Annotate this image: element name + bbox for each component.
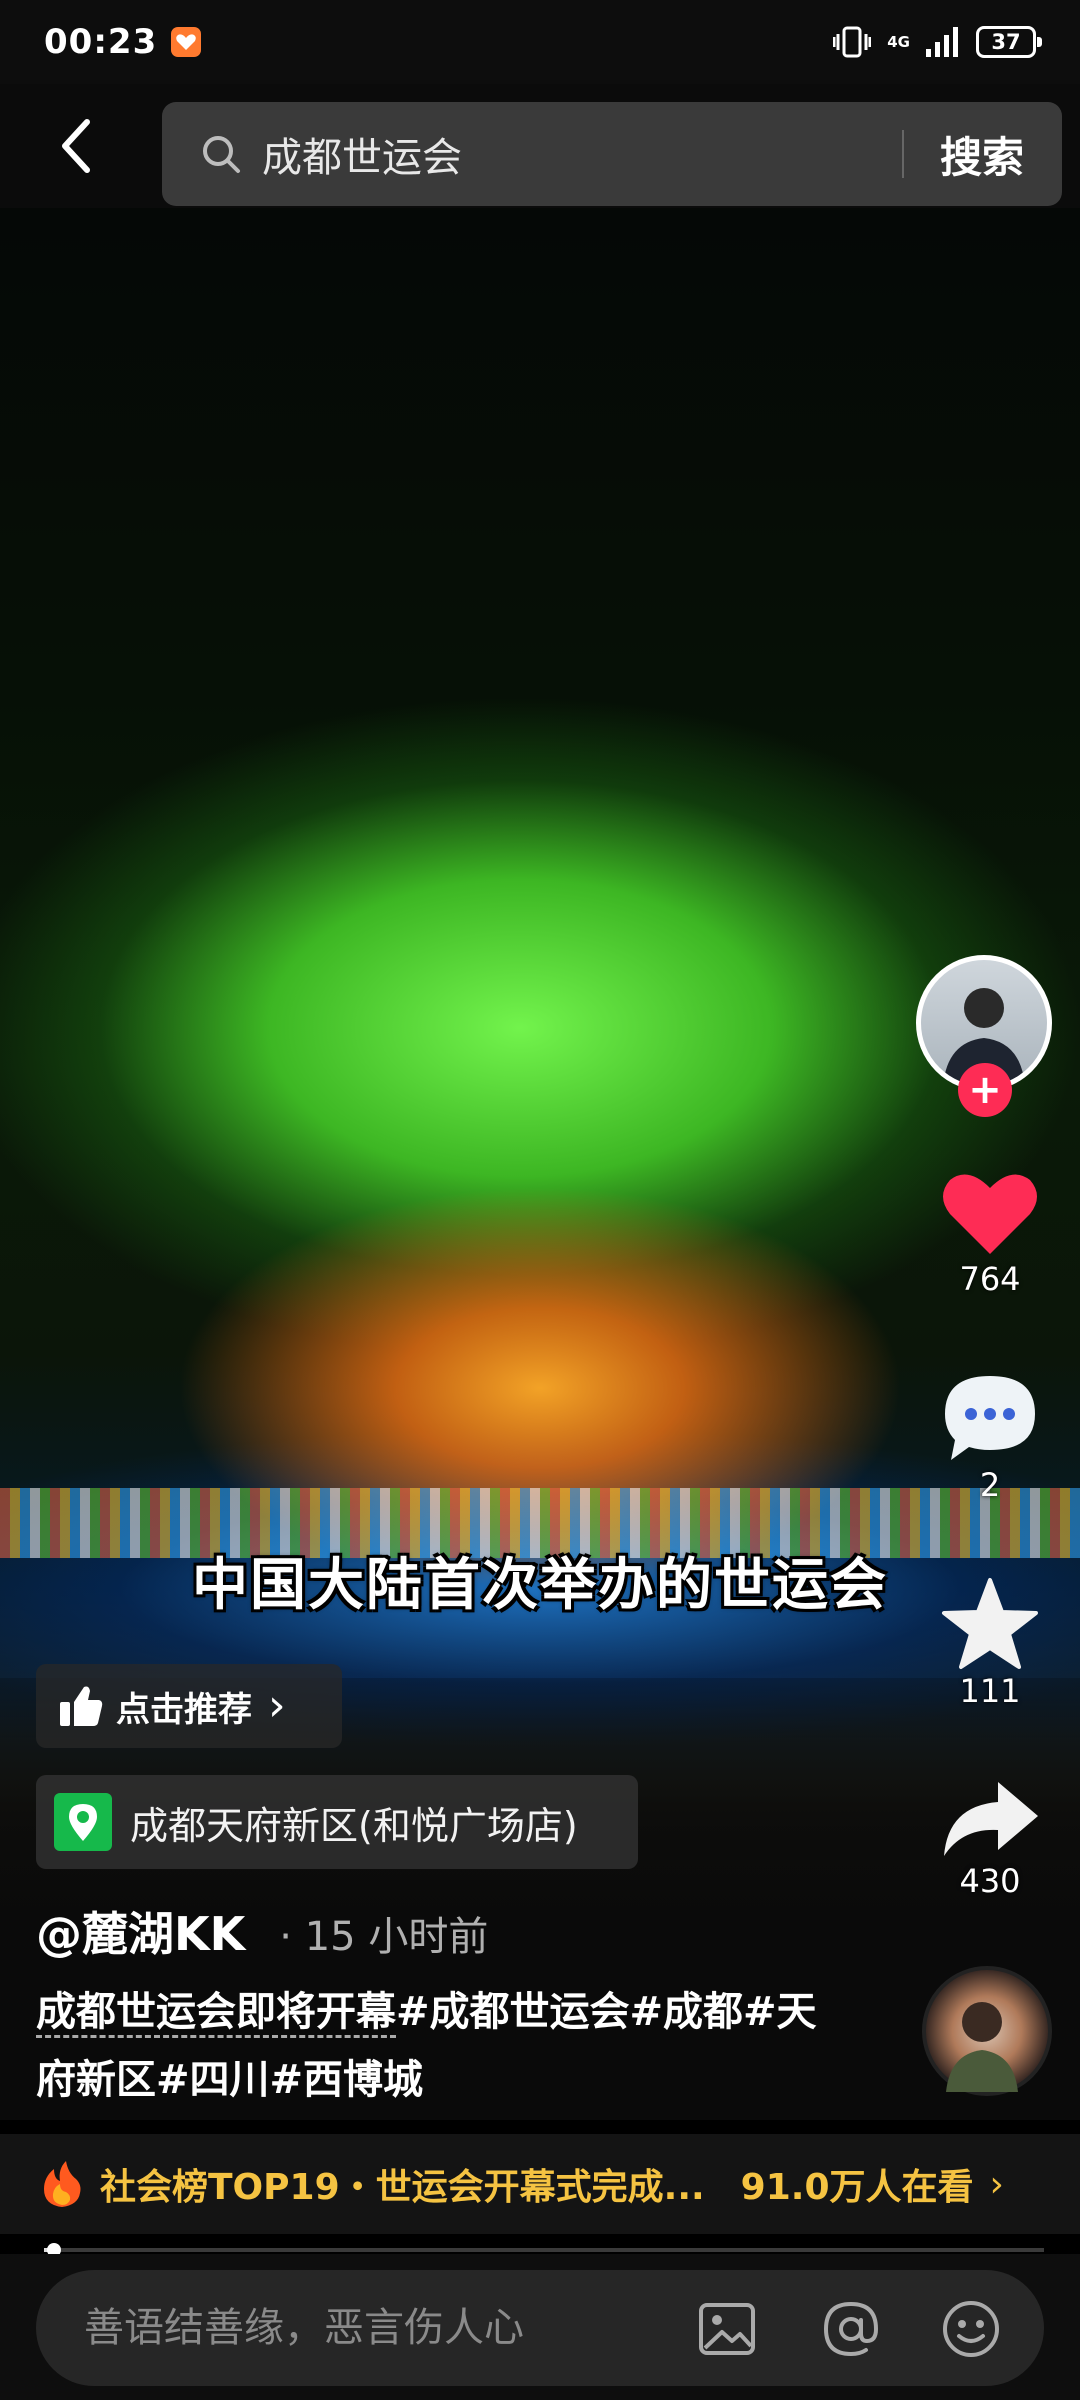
author-avatar-group: + (916, 955, 1056, 1117)
share-icon (944, 1782, 1038, 1856)
recommend-label: 点击推荐 (116, 1689, 252, 1730)
location-tag[interactable]: 成都天府新区(和悦广场店) (36, 1775, 638, 1869)
comment-input[interactable] (82, 2304, 642, 2352)
star-icon (942, 1578, 1038, 1669)
at-icon[interactable] (820, 2298, 882, 2360)
hashtag[interactable]: #四川 (156, 2057, 270, 2103)
music-disc[interactable] (922, 1966, 1052, 2096)
thumbs-up-icon (60, 1686, 103, 1726)
back-button[interactable] (0, 84, 150, 208)
hashtag[interactable]: #成都 (630, 1989, 744, 2035)
emoji-icon[interactable] (940, 2298, 1002, 2360)
video-progress[interactable] (44, 2243, 1044, 2257)
battery-icon: 37 (976, 26, 1042, 58)
follow-button[interactable]: + (958, 1063, 1012, 1117)
recommend-button[interactable]: 点击推荐 › (36, 1664, 342, 1748)
heart-icon (943, 1174, 1037, 1254)
description-title[interactable]: 成都世运会即将开幕 (36, 1989, 396, 2038)
search-icon (203, 136, 240, 173)
chevron-right-icon: › (989, 2163, 1004, 2205)
network-label: 4G (887, 32, 910, 51)
like-count: 764 (959, 1260, 1021, 1298)
comment-icon (945, 1376, 1035, 1460)
fire-icon (44, 2161, 81, 2207)
search-header: 搜索 (0, 84, 1080, 208)
status-time: 00:23 (44, 22, 158, 62)
vibrate-icon (833, 25, 872, 59)
hashtag[interactable]: #西博城 (270, 2057, 424, 2103)
author-line: @麓湖KK · 15 小时前 (36, 1898, 488, 1964)
comment-bar (0, 2254, 1080, 2400)
image-icon[interactable] (696, 2298, 758, 2360)
search-input[interactable] (260, 130, 860, 178)
hot-ranking-text: 社会榜TOP19・世运会开幕式完成... (100, 2167, 705, 2208)
status-bar: 00:23 4G 37 (0, 0, 1080, 84)
favorite-count: 111 (959, 1672, 1021, 1710)
location-label: 成都天府新区(和悦广场店) (130, 1803, 578, 1848)
app-notification-icon (171, 27, 202, 57)
hot-ranking-bar[interactable]: 社会榜TOP19・世运会开幕式完成... 91.0万人在看 › (0, 2134, 1080, 2234)
comment-box[interactable] (36, 2270, 1044, 2386)
comment-count: 2 (979, 1466, 1001, 1504)
status-right: 4G 37 (833, 25, 1042, 59)
search-box[interactable]: 搜索 (162, 102, 1062, 206)
favorite-action[interactable]: 111 (915, 1576, 1065, 1710)
music-cover (946, 2002, 1018, 2092)
location-pin-icon (54, 1793, 112, 1851)
post-description: 成都世运会即将开幕#成都世运会#成都#天府新区#四川#西博城 (36, 1978, 836, 2114)
comment-action[interactable]: 2 (915, 1372, 1065, 1504)
status-left: 00:23 (44, 22, 202, 62)
hot-viewer-count: 91.0万人在看 (740, 2167, 974, 2208)
signal-icon (926, 27, 960, 57)
like-action[interactable]: 764 (915, 1168, 1065, 1298)
chevron-right-icon: › (268, 1680, 286, 1731)
hashtag[interactable]: #成都世运会 (396, 1989, 630, 2035)
back-icon (62, 119, 90, 173)
search-button[interactable]: 搜索 (904, 124, 1062, 185)
share-action[interactable]: 430 (915, 1776, 1065, 1900)
share-count: 430 (959, 1862, 1021, 1900)
post-time: · 15 小时前 (279, 1914, 489, 1960)
author-name[interactable]: @麓湖KK (36, 1898, 245, 1964)
